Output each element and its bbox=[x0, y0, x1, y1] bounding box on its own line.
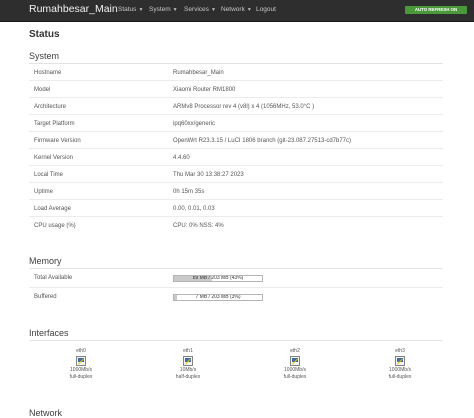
row-value-load-average: 0.00, 0.01, 0.03 bbox=[173, 206, 215, 212]
row-label-architecture: Architecture bbox=[34, 104, 67, 110]
row-label-model: Model bbox=[34, 87, 51, 93]
row-divider bbox=[29, 80, 443, 81]
progress-text: 89 MB / 203 MB (43%) bbox=[192, 275, 244, 281]
row-label-cpu-usage: CPU usage (%) bbox=[34, 223, 76, 229]
interface-speed: 1000Mb/s bbox=[70, 367, 92, 373]
interface-name: eth3 bbox=[395, 348, 405, 354]
chevron-down-icon: ▼ bbox=[210, 7, 216, 13]
ethernet-port-icon bbox=[183, 356, 193, 366]
row-value-uptime: 0h 15m 35s bbox=[173, 189, 205, 195]
menu-system[interactable]: System ▼ bbox=[149, 6, 178, 13]
interface-item: eth0 1000Mb/s full-duplex bbox=[51, 348, 111, 381]
auto-refresh-toggle[interactable]: AUTO REFRESH ON bbox=[405, 6, 467, 14]
section-divider bbox=[29, 63, 443, 64]
interface-duplex: full-duplex bbox=[388, 374, 412, 380]
interfaces-heading: Interfaces bbox=[29, 328, 69, 338]
interface-item: eth2 1000Mb/s full-duplex bbox=[265, 348, 325, 381]
menu-status[interactable]: Status ▼ bbox=[118, 6, 143, 13]
interface-item: eth3 1000Mb/s full-duplex bbox=[370, 348, 430, 381]
row-label-kernel-version: Kernel Version bbox=[34, 155, 74, 161]
row-value-architecture: ARMv8 Processor rev 4 (v8l) x 4 (1056MHz… bbox=[173, 104, 315, 110]
interface-speed: 1000Mb/s bbox=[284, 367, 306, 373]
ethernet-port-icon bbox=[76, 356, 86, 366]
interface-speed: 1000Mb/s bbox=[389, 367, 411, 373]
progress-text: 7 MB / 203 MB (3%) bbox=[195, 294, 241, 300]
row-divider bbox=[29, 216, 443, 217]
row-label-local-time: Local Time bbox=[34, 172, 64, 178]
row-label-buffered: Buffered bbox=[34, 294, 57, 300]
interface-name: eth1 bbox=[183, 348, 193, 354]
interface-item: eth1 10Mb/s half-duplex bbox=[158, 348, 218, 381]
row-divider bbox=[29, 148, 443, 149]
chevron-down-icon: ▼ bbox=[246, 7, 252, 13]
page-title: Status bbox=[29, 29, 60, 40]
row-value-kernel-version: 4.4.60 bbox=[173, 155, 190, 161]
ethernet-port-icon bbox=[290, 356, 300, 366]
interface-duplex: half-duplex bbox=[175, 374, 201, 380]
row-label-firmware-version: Firmware Version bbox=[34, 138, 81, 144]
row-label-hostname: Hostname bbox=[34, 70, 62, 76]
menu-network[interactable]: Network ▼ bbox=[221, 6, 252, 13]
row-label-uptime: Uptime bbox=[34, 189, 54, 195]
chevron-down-icon: ▼ bbox=[138, 7, 144, 13]
row-divider bbox=[29, 165, 443, 166]
row-label-target-platform: Target Platform bbox=[34, 121, 75, 127]
row-divider bbox=[29, 287, 443, 288]
total-available-progress-bar: 89 MB / 203 MB (43%) bbox=[173, 275, 263, 282]
network-heading: Network bbox=[29, 408, 63, 418]
row-label-total-available: Total Available bbox=[34, 275, 73, 281]
interface-name: eth2 bbox=[290, 348, 300, 354]
row-value-local-time: Thu Mar 30 13:38:27 2023 bbox=[173, 172, 244, 178]
row-divider bbox=[29, 114, 443, 115]
row-value-hostname: Rumahbesar_Main bbox=[173, 70, 224, 76]
row-divider bbox=[29, 199, 443, 200]
interface-speed: 10Mb/s bbox=[179, 367, 197, 373]
row-value-target-platform: ipq60xx/generic bbox=[173, 121, 216, 127]
row-divider bbox=[29, 131, 443, 132]
section-divider bbox=[29, 340, 443, 341]
interface-name: eth0 bbox=[76, 348, 86, 354]
row-value-firmware-version: OpenWrt R23.3.15 / LuCI 1806 branch (git… bbox=[173, 138, 352, 144]
memory-heading: Memory bbox=[29, 256, 62, 266]
system-heading: System bbox=[29, 51, 60, 61]
menu-services[interactable]: Services ▼ bbox=[184, 6, 216, 13]
row-divider bbox=[29, 97, 443, 98]
buffered-progress-bar: 7 MB / 203 MB (3%) bbox=[173, 294, 263, 301]
chevron-down-icon: ▼ bbox=[172, 7, 178, 13]
interface-duplex: full-duplex bbox=[283, 374, 307, 380]
row-label-load-average: Load Average bbox=[34, 206, 71, 212]
menu-logout[interactable]: Logout bbox=[256, 6, 276, 13]
row-value-model: Xiaomi Router RM1800 bbox=[173, 87, 236, 93]
row-divider bbox=[29, 182, 443, 183]
ethernet-port-icon bbox=[395, 356, 405, 366]
top-navbar: Rumahbesar_Main Status ▼ System ▼ Services… bbox=[0, 0, 474, 22]
row-value-cpu-usage: CPU: 0% NSS: 4% bbox=[173, 223, 224, 229]
section-divider bbox=[29, 268, 443, 269]
interface-duplex: full-duplex bbox=[69, 374, 93, 380]
brand-hostname[interactable]: Rumahbesar_Main bbox=[29, 3, 118, 15]
